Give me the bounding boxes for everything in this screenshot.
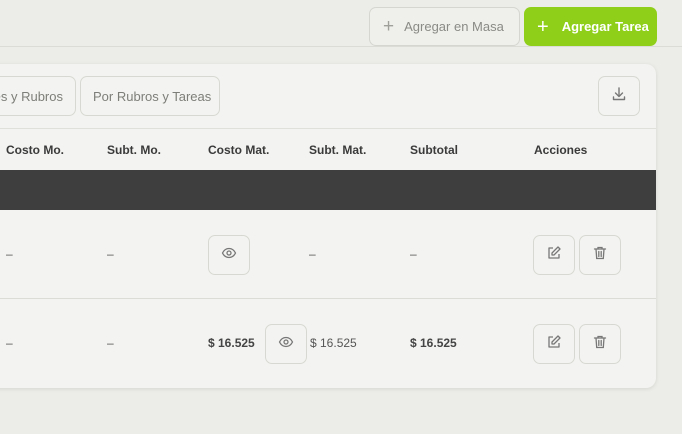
header-costo-mo: Costo Mo. bbox=[6, 143, 64, 157]
bulk-add-label: Agregar en Masa bbox=[404, 19, 504, 34]
trash-icon bbox=[592, 334, 608, 355]
cell-subtotal: $ 16.525 bbox=[410, 336, 457, 350]
trash-icon bbox=[592, 245, 608, 266]
top-toolbar: + Agregar en Masa + Agregar Tarea bbox=[0, 0, 682, 47]
group-row bbox=[0, 170, 656, 210]
view-materials-button[interactable] bbox=[265, 324, 307, 364]
plus-icon: + bbox=[383, 16, 395, 37]
cell-subt-mat: – bbox=[309, 247, 316, 261]
cell-costo-mo: – bbox=[6, 247, 13, 261]
bulk-add-button[interactable]: + Agregar en Masa bbox=[369, 7, 520, 46]
tasks-card: es y Rubros Por Rubros y Tareas Costo Mo… bbox=[0, 64, 656, 388]
cell-subt-mat: $ 16.525 bbox=[310, 336, 357, 350]
add-task-button[interactable]: + Agregar Tarea bbox=[524, 7, 657, 46]
table-row: – – – – bbox=[0, 210, 656, 299]
cell-subtotal: – bbox=[410, 247, 417, 261]
delete-button[interactable] bbox=[579, 324, 621, 364]
header-subt-mat: Subt. Mat. bbox=[309, 143, 367, 157]
cell-subt-mo: – bbox=[107, 247, 114, 261]
eye-icon bbox=[221, 245, 237, 266]
table-row: – – $ 16.525 $ 16.525 $ 16.525 bbox=[0, 299, 656, 388]
cell-costo-mat: $ 16.525 bbox=[208, 336, 255, 350]
header-subtotal: Subtotal bbox=[410, 143, 458, 157]
filter-chip-partidas-rubros[interactable]: es y Rubros bbox=[0, 76, 76, 116]
delete-button[interactable] bbox=[579, 235, 621, 275]
download-button[interactable] bbox=[598, 76, 640, 116]
filter-chip-label: es y Rubros bbox=[0, 88, 63, 104]
filter-chip-label: Por Rubros y Tareas bbox=[93, 88, 212, 104]
eye-icon bbox=[278, 334, 294, 355]
add-task-label: Agregar Tarea bbox=[561, 19, 649, 34]
table-header: Costo Mo. Subt. Mo. Costo Mat. Subt. Mat… bbox=[0, 128, 656, 170]
edit-icon bbox=[546, 245, 562, 266]
download-icon bbox=[611, 86, 627, 107]
header-costo-mat: Costo Mat. bbox=[208, 143, 270, 157]
edit-button[interactable] bbox=[533, 324, 575, 364]
cell-costo-mo: – bbox=[6, 336, 13, 350]
view-materials-button[interactable] bbox=[208, 235, 250, 275]
cell-subt-mo: – bbox=[107, 336, 114, 350]
header-acciones: Acciones bbox=[534, 143, 588, 157]
plus-icon: + bbox=[537, 15, 549, 38]
edit-icon bbox=[546, 334, 562, 355]
edit-button[interactable] bbox=[533, 235, 575, 275]
filter-chip-rubros-tareas[interactable]: Por Rubros y Tareas bbox=[80, 76, 220, 116]
header-subt-mo: Subt. Mo. bbox=[107, 143, 161, 157]
